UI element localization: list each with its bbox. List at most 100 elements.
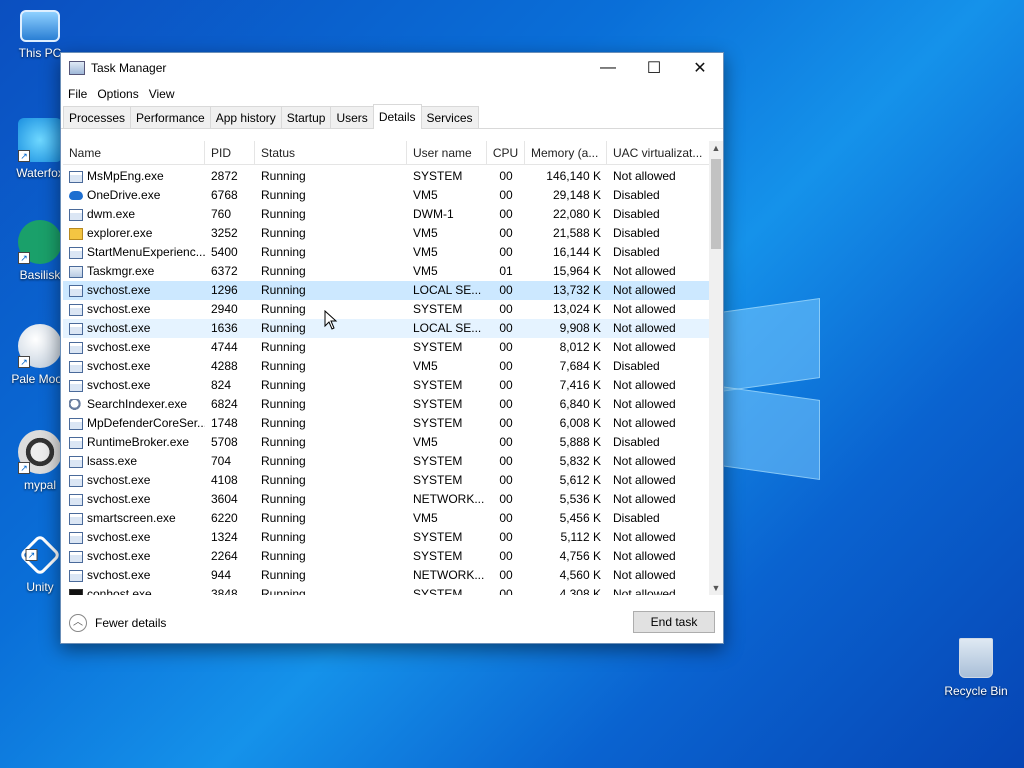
cmd-process-icon (69, 588, 83, 595)
memory-cell: 5,832 K (559, 454, 601, 468)
close-button[interactable]: ✕ (677, 53, 723, 83)
minimize-button[interactable]: — (585, 53, 631, 83)
window-process-icon (69, 208, 83, 221)
user-name-cell: VM5 (413, 245, 438, 259)
process-name-cell: Taskmgr.exe (63, 262, 205, 281)
user-name-cell: SYSTEM (413, 416, 463, 430)
window-process-icon (69, 493, 83, 506)
process-row[interactable]: StartMenuExperienc... 5400 Running VM5 00 16,… (63, 243, 709, 262)
memory-cell: 7,416 K (559, 378, 601, 392)
process-name-text: explorer.exe (87, 226, 153, 240)
process-name-cell: svchost.exe (63, 300, 205, 319)
column-header-name[interactable]: Name (63, 141, 205, 165)
cpu-cell: 00 (499, 321, 513, 335)
memory-cell: 29,148 K (552, 188, 601, 202)
process-row[interactable]: explorer.exe 3252 Running VM5 00 21,588 K Disa… (63, 224, 709, 243)
process-row[interactable]: OneDrive.exe 6768 Running VM5 00 29,148 K Disa… (63, 186, 709, 205)
end-task-button[interactable]: End task (633, 611, 715, 633)
scroll-up-arrow-icon[interactable]: ▲ (709, 141, 723, 155)
uac-cell: Disabled (613, 359, 660, 373)
uac-cell: Not allowed (613, 492, 676, 506)
process-row[interactable]: smartscreen.exe 6220 Running VM5 00 5,456 K Di… (63, 509, 709, 528)
uac-cell: Disabled (613, 226, 660, 240)
memory-cell: 21,588 K (552, 226, 601, 240)
process-name-text: lsass.exe (87, 454, 138, 468)
window-process-icon (69, 474, 83, 487)
tab-processes[interactable]: Processes (63, 106, 132, 128)
process-row[interactable]: SearchIndexer.exe 6824 Running SYSTEM 00 6,84… (63, 395, 709, 414)
column-header-row: Name PID Status User name CPU Memory (a.… (63, 141, 709, 165)
tab-performance[interactable]: Performance (130, 106, 211, 128)
column-header-pid[interactable]: PID (205, 141, 255, 165)
memory-cell: 5,888 K (559, 435, 601, 449)
process-row[interactable]: svchost.exe 2940 Running SYSTEM 00 13,024 K No… (63, 300, 709, 319)
desktop-icon-label: mypal (23, 478, 56, 492)
menu-options[interactable]: Options (92, 87, 143, 101)
process-row[interactable]: svchost.exe 824 Running SYSTEM 00 7,416 K Not … (63, 376, 709, 395)
process-row[interactable]: MpDefenderCoreSer... 1748 Running SYSTEM 00 6… (63, 414, 709, 433)
fewer-details-link[interactable]: ︿ Fewer details (69, 614, 166, 632)
vertical-scrollbar[interactable]: ▲ ▼ (709, 141, 723, 595)
scrollbar-thumb[interactable] (711, 159, 721, 249)
process-row[interactable]: MsMpEng.exe 2872 Running SYSTEM 00 146,140 K N… (63, 167, 709, 186)
uac-cell: Disabled (613, 188, 660, 202)
chevron-up-icon: ︿ (69, 614, 87, 632)
raccoon-icon: ↗ (18, 430, 62, 474)
scroll-down-arrow-icon[interactable]: ▼ (709, 581, 723, 595)
uac-cell: Not allowed (613, 264, 676, 278)
process-row[interactable]: svchost.exe 1636 Running LOCAL SE... 00 9,908… (63, 319, 709, 338)
cpu-cell: 00 (499, 207, 513, 221)
process-row[interactable]: Taskmgr.exe 6372 Running VM5 01 15,964 K Not a… (63, 262, 709, 281)
uac-cell: Disabled (613, 245, 660, 259)
user-name-cell: NETWORK... (413, 568, 485, 582)
process-row[interactable]: svchost.exe 1296 Running LOCAL SE... 00 13,73… (63, 281, 709, 300)
process-name-cell: svchost.exe (63, 357, 205, 376)
column-header-memory[interactable]: Memory (a... (525, 141, 607, 165)
tab-details[interactable]: Details (372, 104, 422, 129)
menu-file[interactable]: File (63, 87, 92, 101)
cpu-cell: 00 (499, 359, 513, 373)
menu-view[interactable]: View (144, 87, 180, 101)
window-process-icon (69, 531, 83, 544)
tab-users[interactable]: Users (330, 106, 374, 128)
process-name-cell: svchost.exe (63, 338, 205, 357)
status-cell: Running (261, 226, 306, 240)
cpu-cell: 00 (499, 397, 513, 411)
tab-services[interactable]: Services (420, 106, 479, 128)
process-row[interactable]: conhost.exe 3848 Running SYSTEM 00 4,308 K Not… (63, 585, 709, 595)
process-row[interactable]: svchost.exe 4108 Running SYSTEM 00 5,612 K Not… (63, 471, 709, 490)
column-header-cpu[interactable]: CPU (487, 141, 525, 165)
process-row[interactable]: svchost.exe 2264 Running SYSTEM 00 4,756 K Not… (63, 547, 709, 566)
unity-icon: ↗ (18, 533, 62, 577)
column-header-uac-virtualization[interactable]: UAC virtualizat... (607, 141, 709, 165)
process-row[interactable]: svchost.exe 944 Running NETWORK... 00 4,560 K… (63, 566, 709, 585)
column-header-user-name[interactable]: User name (407, 141, 487, 165)
tab-app-history[interactable]: App history (209, 106, 282, 128)
process-row[interactable]: dwm.exe 760 Running DWM-1 00 22,080 K Disabled (63, 205, 709, 224)
shortcut-arrow-icon: ↗ (18, 150, 30, 162)
window-process-icon (69, 246, 83, 259)
maximize-button[interactable]: ☐ (631, 53, 677, 83)
user-name-cell: SYSTEM (413, 378, 463, 392)
desktop-icon-recycle-bin[interactable]: Recycle Bin (940, 638, 1012, 698)
process-row[interactable]: svchost.exe 4744 Running SYSTEM 00 8,012 K Not… (63, 338, 709, 357)
column-header-status[interactable]: Status (255, 141, 407, 165)
process-name-text: svchost.exe (87, 340, 151, 354)
memory-cell: 6,840 K (559, 397, 601, 411)
cpu-cell: 00 (499, 454, 513, 468)
process-name-text: svchost.exe (87, 549, 151, 563)
process-row[interactable]: lsass.exe 704 Running SYSTEM 00 5,832 K Not al… (63, 452, 709, 471)
memory-cell: 5,536 K (559, 492, 601, 506)
title-bar[interactable]: Task Manager — ☐ ✕ (61, 53, 723, 83)
process-row[interactable]: RuntimeBroker.exe 5708 Running VM5 00 5,888 K… (63, 433, 709, 452)
process-row[interactable]: svchost.exe 3604 Running NETWORK... 00 5,536 … (63, 490, 709, 509)
process-row[interactable]: svchost.exe 1324 Running SYSTEM 00 5,112 K Not… (63, 528, 709, 547)
cpu-cell: 00 (499, 226, 513, 240)
pid-cell: 5708 (211, 435, 238, 449)
process-row[interactable]: svchost.exe 4288 Running VM5 00 7,684 K Disabl… (63, 357, 709, 376)
window-process-icon (69, 360, 83, 373)
tab-startup[interactable]: Startup (280, 106, 332, 128)
user-name-cell: VM5 (413, 359, 438, 373)
uac-cell: Disabled (613, 207, 660, 221)
window-title: Task Manager (91, 61, 167, 75)
